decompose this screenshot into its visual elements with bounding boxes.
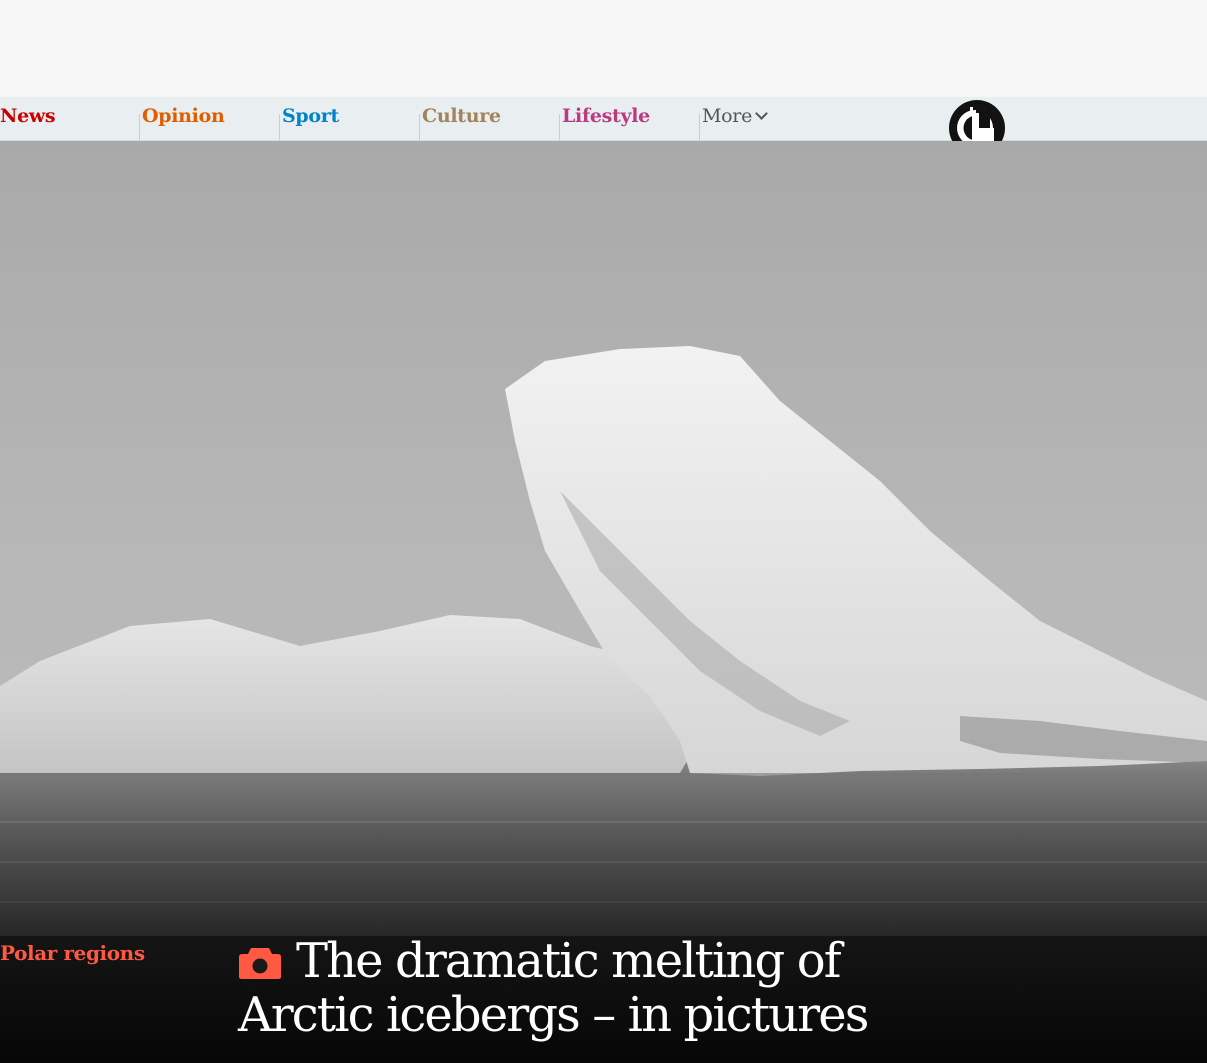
nav-item-label: Sport bbox=[282, 105, 339, 127]
nav-more-label: More bbox=[702, 105, 768, 127]
pillar-nav: News Opinion Sport Culture Lifestyle Mor… bbox=[0, 97, 1207, 141]
nav-divider bbox=[559, 114, 560, 141]
article-headline: The dramatic melting of Arctic icebergs … bbox=[238, 934, 878, 1042]
top-ad-band bbox=[0, 0, 1207, 97]
nav-item-label: News bbox=[0, 105, 56, 127]
nav-divider bbox=[419, 114, 420, 141]
nav-item-label: Culture bbox=[422, 105, 501, 127]
nav-divider bbox=[279, 114, 280, 141]
nav-item-sport[interactable]: Sport bbox=[279, 97, 419, 141]
chevron-down-icon bbox=[755, 107, 768, 120]
headline-text: The dramatic melting of Arctic icebergs … bbox=[238, 933, 869, 1043]
nav-item-news[interactable]: News bbox=[0, 97, 140, 141]
camera-icon bbox=[239, 948, 281, 979]
nav-divider bbox=[699, 114, 700, 141]
nav-item-opinion[interactable]: Opinion bbox=[139, 97, 279, 141]
more-label-text: More bbox=[702, 105, 753, 127]
nav-item-label: Opinion bbox=[142, 105, 225, 127]
nav-item-lifestyle[interactable]: Lifestyle bbox=[559, 97, 699, 141]
nav-item-label: Lifestyle bbox=[562, 105, 650, 127]
iceberg-photo bbox=[0, 141, 1207, 1063]
section-kicker[interactable]: Polar regions bbox=[0, 941, 145, 965]
hero-image bbox=[0, 141, 1207, 1063]
nav-item-more[interactable]: More bbox=[699, 97, 839, 141]
nav-divider bbox=[139, 114, 140, 141]
nav-item-culture[interactable]: Culture bbox=[419, 97, 559, 141]
